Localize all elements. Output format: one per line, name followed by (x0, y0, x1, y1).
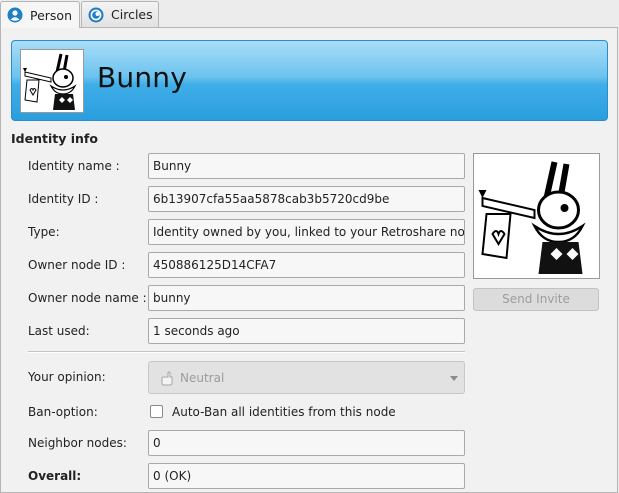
person-panel: Bunny Identity info Identity name : Bunn… (0, 27, 618, 493)
bunny-avatar-image (23, 53, 77, 110)
owner-node-name-field[interactable]: bunny (148, 285, 465, 311)
avatar (20, 49, 84, 113)
bunny-avatar-image (478, 161, 586, 274)
tab-person-label: Person (30, 7, 73, 23)
ban-option-label: Ban-option: (28, 405, 98, 419)
identity-name-label: Identity name : (28, 159, 120, 173)
hand-icon (161, 371, 173, 386)
divider (28, 351, 465, 353)
identity-id-field[interactable]: 6b13907cfa55aa5878cab3b5720cd9be (148, 186, 465, 212)
tab-circles[interactable]: Circles (81, 1, 159, 27)
identity-header-banner: Bunny (11, 40, 608, 121)
auto-ban-checkbox[interactable] (150, 405, 163, 418)
owner-node-name-label: Owner node name : (28, 291, 147, 305)
identity-id-label: Identity ID : (28, 192, 99, 206)
tab-circles-label: Circles (111, 7, 153, 22)
type-field[interactable]: Identity owned by you, linked to your Re… (148, 219, 465, 245)
opinion-value: Neutral (180, 371, 225, 385)
identity-avatar-large (473, 153, 600, 279)
overall-field[interactable]: 0 (OK) (148, 463, 465, 489)
type-label: Type: (28, 225, 60, 239)
auto-ban-checkbox-label[interactable]: Auto-Ban all identities from this node (172, 405, 396, 419)
circles-icon (88, 7, 104, 22)
overall-label: Overall: (28, 469, 82, 483)
owner-node-id-field[interactable]: 450886125D14CFA7 (148, 252, 465, 278)
identity-display-name: Bunny (97, 61, 188, 94)
person-icon (7, 7, 23, 23)
last-used-field[interactable]: 1 seconds ago (148, 318, 465, 344)
identity-name-field[interactable]: Bunny (148, 153, 465, 179)
last-used-label: Last used: (28, 324, 90, 338)
tab-bar: Person Circles (0, 0, 619, 28)
tab-person[interactable]: Person (0, 1, 80, 28)
neighbor-nodes-label: Neighbor nodes: (28, 436, 127, 450)
your-opinion-label: Your opinion: (28, 370, 106, 384)
section-title-identity-info: Identity info (11, 131, 98, 146)
chevron-down-icon (450, 376, 458, 381)
neighbor-nodes-field[interactable]: 0 (148, 430, 465, 456)
opinion-select[interactable]: Neutral (148, 361, 465, 394)
owner-node-id-label: Owner node ID : (28, 258, 126, 272)
send-invite-button[interactable]: Send Invite (473, 288, 599, 311)
